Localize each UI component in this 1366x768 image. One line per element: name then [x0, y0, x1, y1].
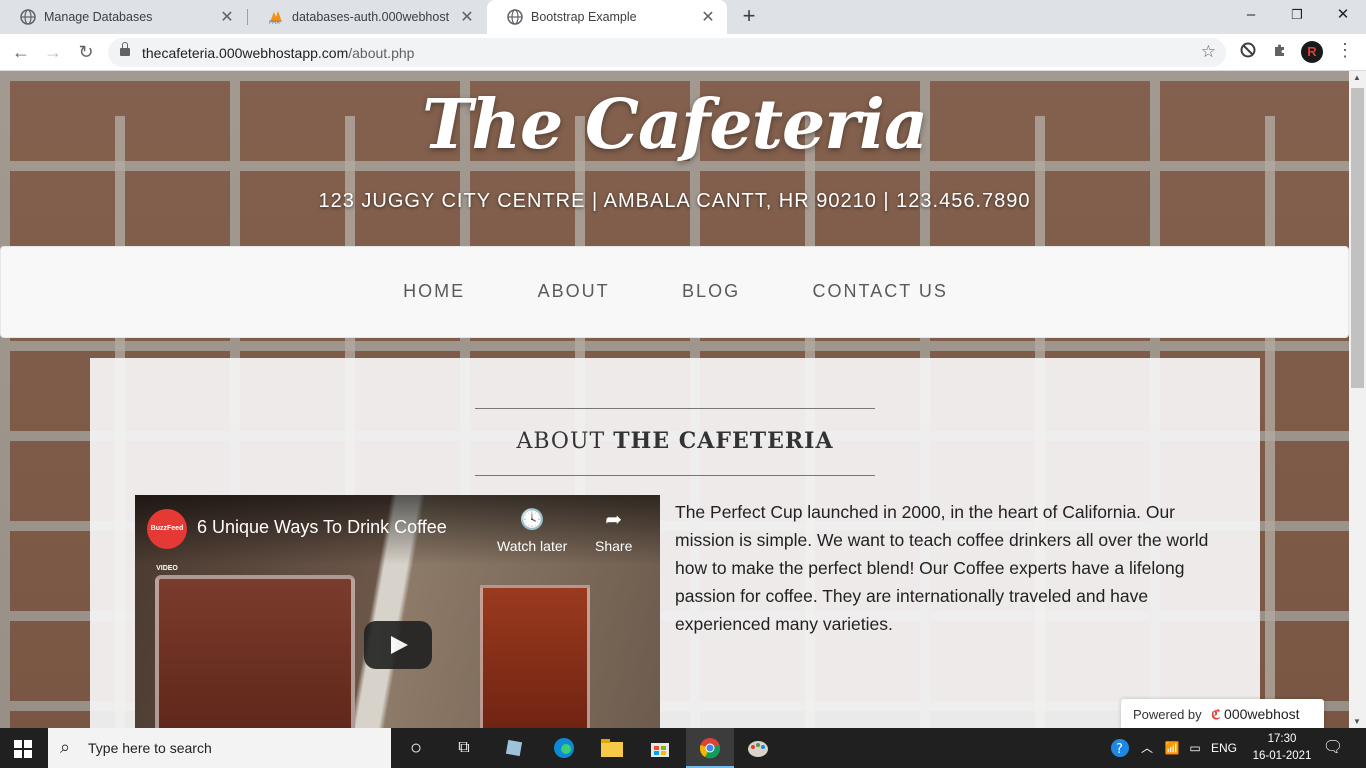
address-bar[interactable]: thecafeteria.000webhostapp.com/about.php…: [108, 38, 1226, 67]
play-button[interactable]: [364, 621, 432, 669]
tab-title: databases-auth.000webhost.com: [292, 10, 450, 24]
new-tab-button[interactable]: +: [736, 4, 762, 30]
clock-time: 17:30: [1267, 733, 1297, 745]
app-icon[interactable]: [490, 728, 538, 768]
divider: [475, 475, 875, 476]
nav-home[interactable]: HOME: [403, 281, 465, 302]
notification-icon[interactable]: 🗨: [1318, 728, 1348, 768]
about-heading-bold: THE CAFETERIA: [613, 428, 834, 454]
back-arrow-icon[interactable]: ←: [8, 39, 34, 65]
taskbar-search-box[interactable]: ⌕ Type here to search: [48, 728, 391, 768]
bookmark-star-icon[interactable]: ☆: [1201, 42, 1216, 62]
block-icon[interactable]: [1238, 42, 1258, 62]
chevron-up-icon[interactable]: ︿: [1138, 728, 1156, 768]
nav-blog[interactable]: BLOG: [682, 281, 740, 302]
iced-coffee-image: [480, 585, 590, 728]
paint-icon[interactable]: [734, 728, 782, 768]
video-embed[interactable]: BuzzFeed VIDEO 6 Unique Ways To Drink Co…: [135, 495, 660, 728]
tab-title: Bootstrap Example: [531, 10, 637, 24]
language-indicator[interactable]: ENG: [1208, 728, 1240, 768]
help-icon[interactable]: ?: [1108, 728, 1132, 768]
task-view-icon[interactable]: ⧉: [440, 728, 488, 768]
taskbar-search-placeholder: Type here to search: [88, 740, 212, 756]
edge-icon[interactable]: [540, 728, 588, 768]
about-heading-plain: ABOUT: [516, 429, 606, 454]
windows-start-icon[interactable]: [14, 740, 32, 758]
profile-avatar[interactable]: R: [1301, 41, 1323, 63]
tab-title: Manage Databases: [44, 10, 153, 24]
site-address-line: 123 JUGGY CITY CENTRE | AMBALA CANTT, HR…: [318, 190, 1031, 212]
tab-databases-auth[interactable]: PMA databases-auth.000webhost.com ✕: [248, 0, 486, 34]
pma-icon: PMA: [268, 9, 284, 26]
tab-bootstrap-example[interactable]: Bootstrap Example ✕: [487, 0, 727, 34]
coffee-mug-image: [155, 575, 355, 728]
tab-manage-databases[interactable]: Manage Databases ✕: [0, 0, 246, 34]
webhost-logo-icon: ℭ: [1211, 707, 1221, 722]
url-text: thecafeteria.000webhostapp.com/about.php: [142, 45, 414, 61]
webhost-brand: 000webhost: [1224, 706, 1300, 722]
restore-button[interactable]: ❐: [1274, 0, 1320, 34]
taskbar-clock[interactable]: 17:30 16-01-2021: [1252, 731, 1312, 765]
svg-text:?: ?: [1116, 742, 1123, 757]
powered-by-badge[interactable]: Powered by ℭ 000webhost: [1121, 699, 1324, 728]
site-brand-title: The Cafeteria: [421, 85, 928, 165]
browser-toolbar: ← → ↻ thecafeteria.000webhostapp.com/abo…: [0, 34, 1366, 71]
forward-arrow-icon[interactable]: →: [40, 39, 66, 65]
reload-icon[interactable]: ↻: [73, 39, 99, 65]
search-icon: ⌕: [60, 737, 71, 757]
network-icon[interactable]: 📶: [1162, 728, 1182, 768]
minimize-button[interactable]: –: [1228, 0, 1274, 34]
share-button[interactable]: ➦ Share: [595, 507, 632, 554]
close-icon[interactable]: ✕: [699, 7, 717, 27]
file-explorer-icon[interactable]: [588, 728, 636, 768]
page-scrollbar[interactable]: ▲ ▼: [1349, 71, 1366, 728]
watch-later-label: Watch later: [497, 538, 568, 554]
watch-later-button[interactable]: 🕓 Watch later: [497, 507, 567, 554]
clock-date: 16-01-2021: [1252, 750, 1312, 762]
browser-tab-strip: Manage Databases ✕ PMA databases-auth.00…: [0, 0, 1366, 34]
scroll-down-arrow-icon[interactable]: ▼: [1353, 717, 1361, 726]
globe-icon: [507, 9, 523, 25]
url-path: /about.php: [348, 45, 415, 61]
channel-avatar[interactable]: BuzzFeed VIDEO: [147, 509, 187, 572]
nav-contact-us[interactable]: CONTACT US: [813, 281, 948, 302]
share-arrow-icon: ➦: [605, 509, 623, 531]
powered-by-label: Powered by: [1133, 707, 1202, 722]
cortana-circle-icon[interactable]: ○: [392, 728, 440, 768]
clock-icon: 🕓: [519, 509, 545, 531]
nav-about[interactable]: ABOUT: [538, 281, 610, 302]
page-viewport: The Cafeteria 123 JUGGY CITY CENTRE | AM…: [0, 71, 1366, 728]
menu-kebab-icon[interactable]: ⋮: [1336, 40, 1354, 61]
share-label: Share: [595, 538, 633, 554]
url-host: thecafeteria.000webhostapp.com: [142, 45, 349, 61]
about-section: ABOUT THE CAFETERIA BuzzFeed VIDEO 6 Uni…: [90, 358, 1260, 728]
lock-icon[interactable]: [120, 42, 130, 57]
globe-icon: [20, 9, 36, 25]
close-icon[interactable]: ✕: [218, 7, 236, 27]
extensions-puzzle-icon[interactable]: [1270, 42, 1290, 62]
store-icon[interactable]: [636, 728, 684, 768]
svg-text:PMA: PMA: [269, 20, 280, 25]
battery-icon[interactable]: ▭: [1184, 728, 1206, 768]
close-window-button[interactable]: ✕: [1320, 0, 1366, 34]
about-heading: ABOUT THE CAFETERIA: [90, 428, 1260, 454]
about-paragraph: The Perfect Cup launched in 2000, in the…: [675, 502, 1209, 634]
divider: [475, 408, 875, 409]
windows-taskbar: ⌕ Type here to search ○ ⧉ ? ︿ 📶 ▭ ENG 17…: [0, 728, 1366, 768]
video-title[interactable]: 6 Unique Ways To Drink Coffee: [197, 517, 447, 538]
scroll-up-arrow-icon[interactable]: ▲: [1353, 73, 1361, 82]
site-navbar: HOME ABOUT BLOG CONTACT US: [0, 246, 1349, 338]
chrome-icon[interactable]: [686, 728, 734, 768]
close-icon[interactable]: ✕: [458, 7, 476, 27]
scroll-thumb[interactable]: [1351, 88, 1364, 388]
